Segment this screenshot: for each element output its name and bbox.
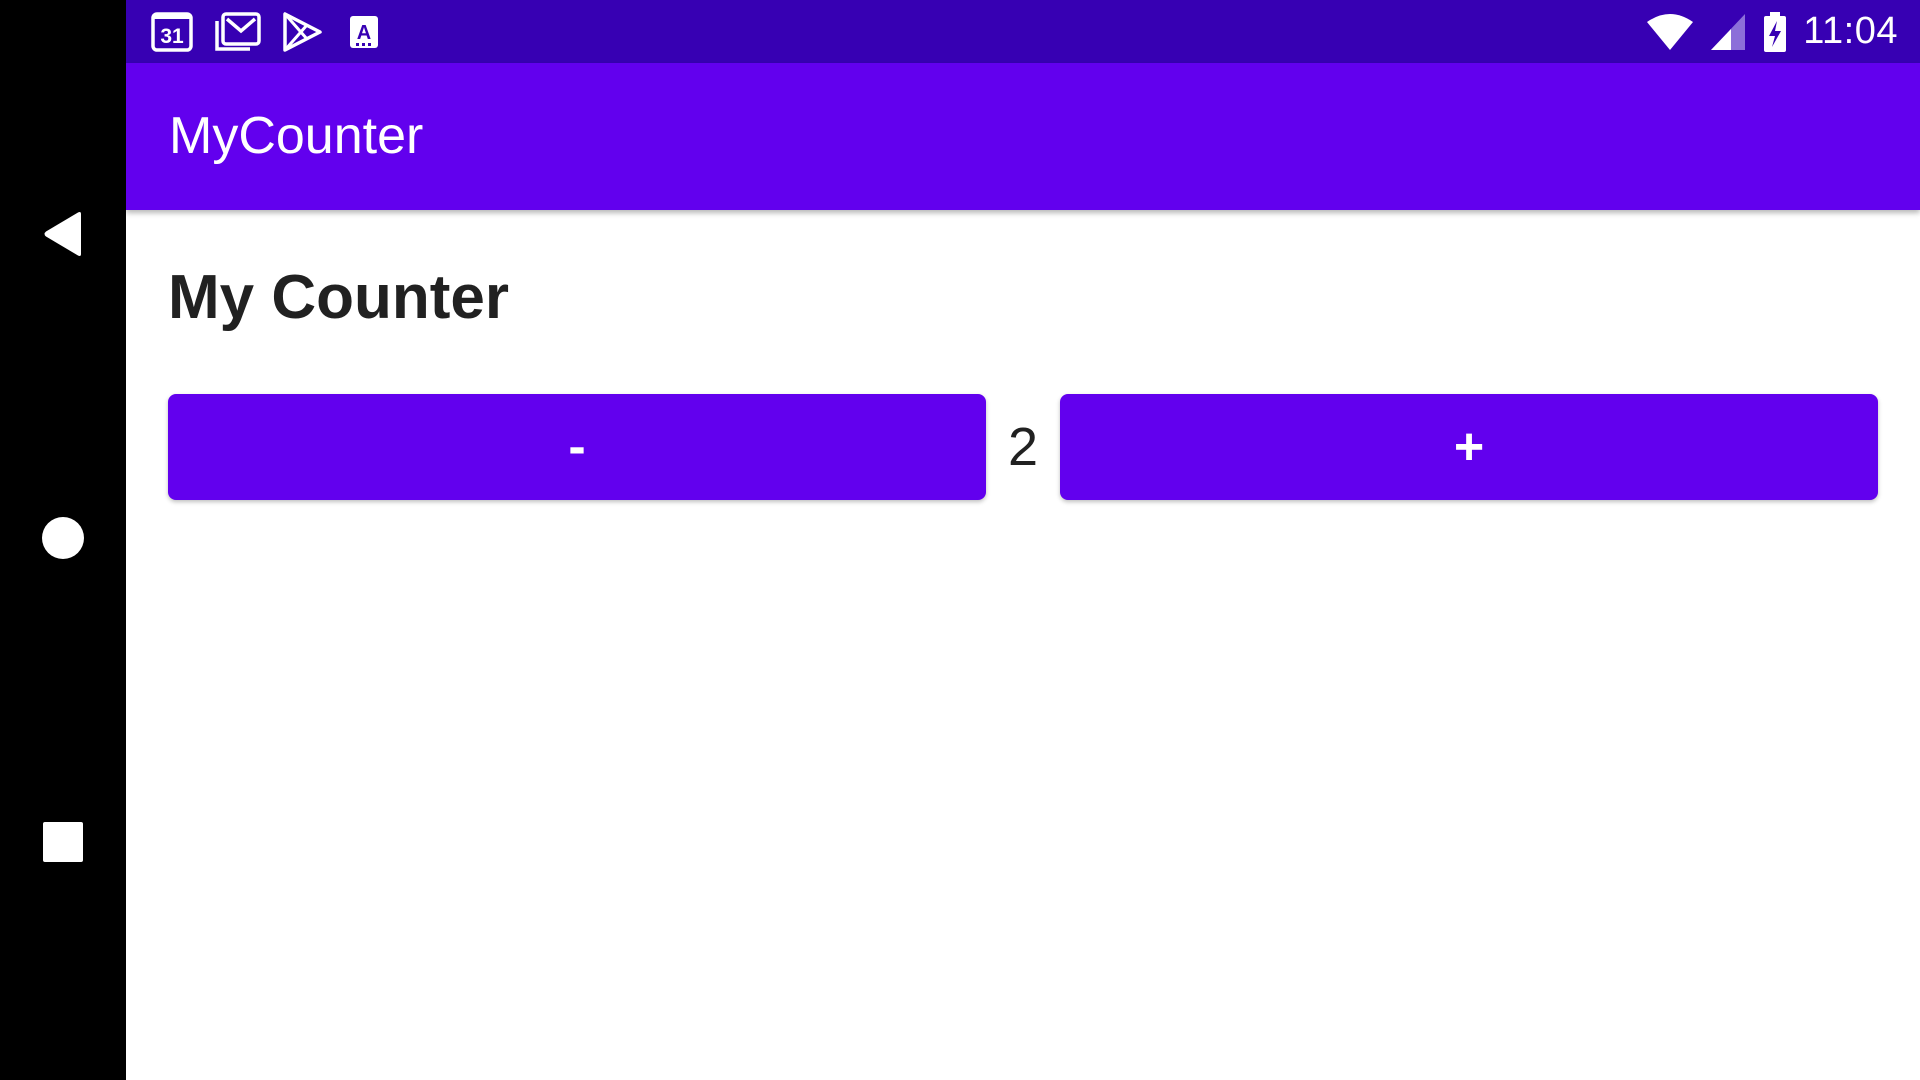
text-a-icon: A: [342, 11, 384, 53]
app-bar: MyCounter: [126, 63, 1920, 210]
battery-charging-icon: [1761, 11, 1789, 53]
calendar-icon: 31: [150, 10, 196, 54]
recents-icon: [43, 821, 83, 867]
counter-row: - 2 +: [168, 394, 1878, 500]
device-screen: 31 A 11:04 MyCounter My Counter - 2 +: [0, 0, 1920, 1080]
navigation-bar: [0, 0, 126, 1080]
svg-text:A: A: [357, 22, 371, 44]
back-icon: [41, 211, 85, 262]
cell-signal-icon: [1709, 12, 1747, 52]
home-button[interactable]: [0, 480, 126, 600]
status-time: 11:04: [1803, 10, 1898, 52]
gmail-icon: [214, 11, 262, 53]
recents-button[interactable]: [0, 784, 126, 904]
app-window: 31 A 11:04 MyCounter My Counter - 2 +: [126, 0, 1920, 1080]
home-icon: [41, 516, 85, 565]
calendar-day: 31: [160, 25, 184, 48]
play-store-icon: [280, 11, 324, 53]
counter-value: 2: [1007, 417, 1039, 477]
status-bar: 31 A 11:04: [126, 0, 1920, 63]
page-heading: My Counter: [168, 263, 509, 332]
decrement-button[interactable]: -: [168, 394, 986, 500]
app-title: MyCounter: [169, 107, 424, 165]
back-button[interactable]: [0, 176, 126, 296]
system-status-icons: 11:04: [1645, 0, 1898, 63]
notification-icons: 31 A: [150, 0, 384, 63]
wifi-icon: [1645, 12, 1695, 52]
increment-button[interactable]: +: [1060, 394, 1878, 500]
